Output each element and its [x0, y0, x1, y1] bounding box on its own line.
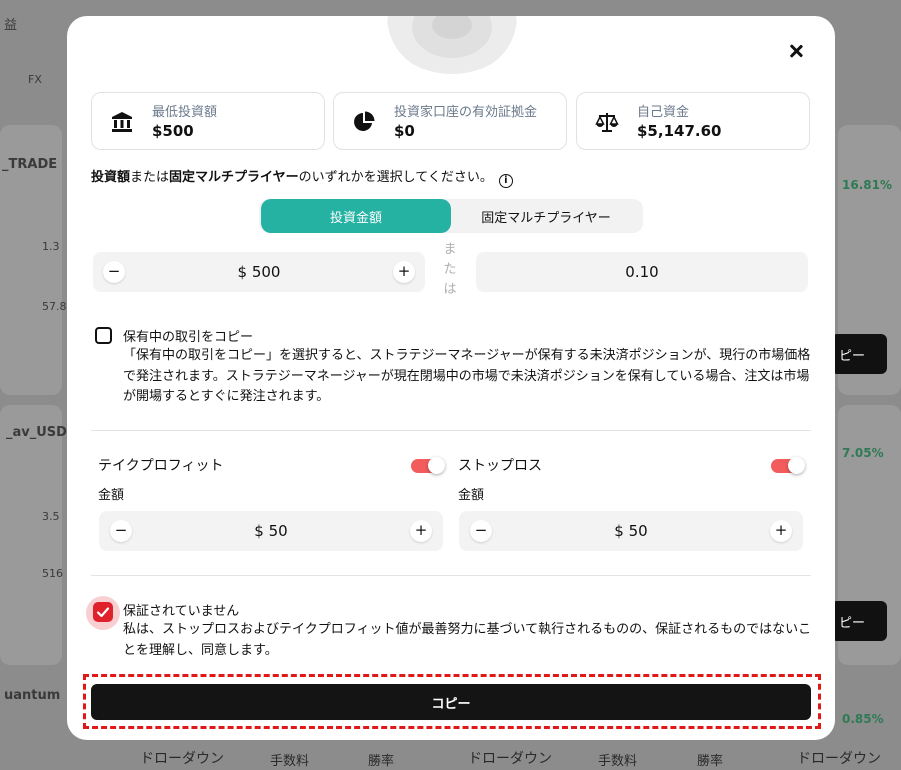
bg-bottom-label-5: 手数料 [598, 754, 638, 769]
stat-investor-equity: 投資家口座の有効証拠金 $0 [333, 92, 567, 150]
instruction-part1: 投資額 [91, 170, 131, 185]
stop-loss-title: ストップロス [458, 458, 542, 474]
divider [91, 430, 811, 431]
bg-strategy-name-2: _av_USD [6, 425, 67, 440]
bg-top-left-text: 益 [4, 18, 18, 33]
or-char: た [443, 262, 457, 277]
instruction-text: 投資額または固定マルチプライヤーのいずれかを選択してください。 i [91, 166, 513, 188]
bg-value-1: 1.3 [42, 240, 60, 253]
increment-button[interactable]: + [410, 520, 432, 542]
bg-pct-3: 0.85% [842, 712, 884, 726]
stop-loss-amount-label: 金額 [458, 488, 485, 503]
not-guaranteed-title: 保証されていません [123, 604, 240, 619]
bg-card-2 [0, 405, 62, 665]
scale-icon [595, 113, 619, 132]
stop-loss-switch[interactable] [771, 457, 805, 474]
take-profit-stepper: $ 50 − + [99, 511, 443, 551]
pie-chart-icon [354, 111, 375, 131]
bg-bottom-label-3: 勝率 [368, 754, 395, 769]
copy-button-highlight [83, 674, 821, 729]
decrement-button[interactable]: − [103, 261, 125, 283]
bg-copy-button-2: ピー [831, 601, 887, 641]
stat-min-investment: 最低投資額 $500 [91, 92, 325, 150]
investment-amount-value[interactable]: $ 500 [93, 252, 425, 292]
decrement-button[interactable]: − [110, 520, 132, 542]
multiplier-field[interactable]: 0.10 [476, 252, 808, 292]
divider [91, 575, 811, 576]
or-char: は [443, 282, 457, 297]
take-profit-amount-label: 金額 [98, 488, 125, 503]
stat-value: $5,147.60 [637, 122, 722, 140]
stat-value: $500 [152, 122, 194, 140]
increment-button[interactable]: + [393, 261, 415, 283]
bg-copy-button-1: ピー [831, 334, 887, 374]
not-guaranteed-checkbox[interactable] [93, 602, 113, 622]
bg-tab-fx: FX [28, 73, 42, 86]
tab-fixed-multiplier[interactable]: 固定マルチプライヤー [451, 199, 641, 233]
copy-open-trades-description: 「保有中の取引をコピー」を選択すると、ストラテジーマネージャーが保有する未決済ポ… [123, 348, 811, 404]
bg-value-4: 516 [42, 567, 63, 580]
strategy-avatar [387, 16, 517, 74]
take-profit-value[interactable]: $ 50 [99, 511, 443, 551]
increment-button[interactable]: + [770, 520, 792, 542]
close-icon[interactable] [787, 42, 805, 60]
bg-value-2: 57.8 [42, 300, 67, 313]
tab-investment-amount[interactable]: 投資金額 [261, 199, 451, 233]
bg-pct-2: 7.05% [842, 446, 884, 460]
copy-open-trades-title: 保有中の取引をコピー [123, 330, 254, 345]
bg-strategy-name-1: _TRADE [2, 157, 58, 172]
stat-value: $0 [394, 122, 415, 140]
bank-icon [112, 112, 132, 132]
bg-bottom-label-6: 勝率 [697, 754, 724, 769]
bg-strategy-name-3: uantum [4, 688, 61, 703]
decrement-button[interactable]: − [470, 520, 492, 542]
stat-label: 自己資金 [637, 105, 690, 120]
or-char: ま [443, 242, 457, 257]
multiplier-value[interactable]: 0.10 [476, 252, 808, 292]
copy-strategy-modal: 最低投資額 $500 投資家口座の有効証拠金 $0 自己資金 $5,147.60… [67, 16, 835, 740]
instruction-part2: または [130, 170, 170, 185]
stat-label: 投資家口座の有効証拠金 [394, 105, 538, 120]
bg-bottom-label-1: ドローダウン [140, 751, 224, 767]
bg-pct-1: 16.81% [842, 178, 892, 192]
instruction-part3: 固定マルチプライヤー [169, 170, 299, 185]
bg-bottom-label-7: ドローダウン [797, 751, 881, 767]
stop-loss-stepper: $ 50 − + [459, 511, 803, 551]
info-icon[interactable]: i [498, 174, 513, 188]
stat-own-funds: 自己資金 $5,147.60 [576, 92, 810, 150]
bg-bottom-label-2: 手数料 [270, 754, 310, 769]
take-profit-switch[interactable] [411, 457, 445, 474]
stop-loss-value[interactable]: $ 50 [459, 511, 803, 551]
bg-bottom-label-4: ドローダウン [468, 751, 552, 767]
investment-mode-toggle: 投資金額 固定マルチプライヤー [259, 199, 643, 233]
bg-value-3: 3.5 [42, 510, 60, 523]
copy-open-trades-checkbox[interactable] [95, 327, 112, 344]
take-profit-title: テイクプロフィット [98, 458, 224, 474]
instruction-part4: のいずれかを選択してください。 [298, 170, 493, 185]
checkmark-icon [96, 607, 110, 618]
or-label: ま た は [443, 240, 457, 300]
not-guaranteed-description: 私は、ストップロスおよびテイクプロフィット値が最善努力に基づいて執行されるものの… [123, 622, 812, 658]
stat-label: 最低投資額 [152, 105, 218, 120]
investment-amount-stepper: $ 500 − + [93, 252, 425, 292]
